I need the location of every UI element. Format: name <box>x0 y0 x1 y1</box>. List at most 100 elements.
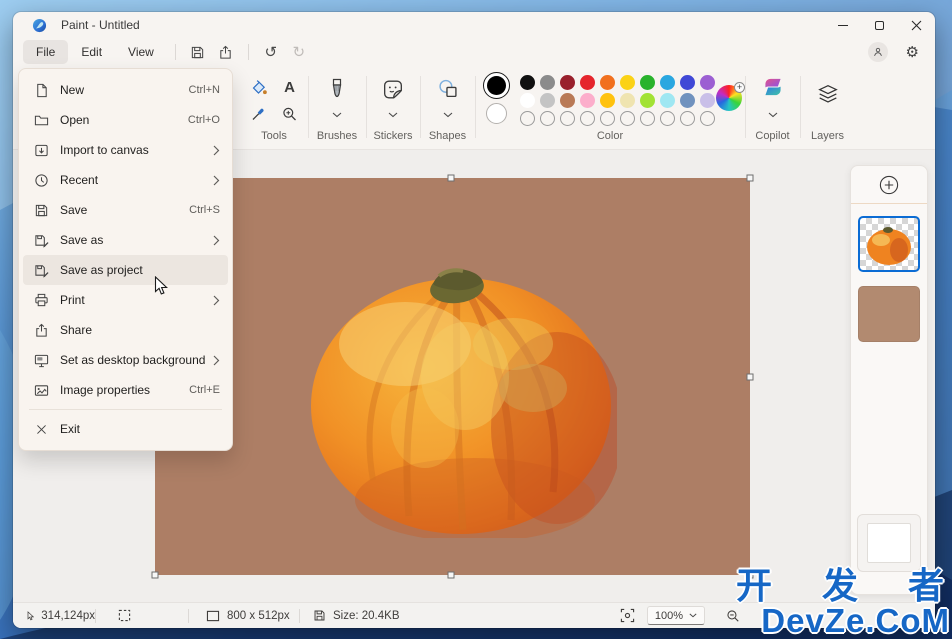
color-swatch-empty[interactable] <box>680 111 695 126</box>
zoom-level-dropdown[interactable]: 100% <box>647 606 705 625</box>
layers-group[interactable]: Layers <box>800 66 855 149</box>
resize-handle-top-right[interactable] <box>747 175 754 182</box>
primary-color-swatch[interactable] <box>483 72 510 99</box>
color-swatch[interactable] <box>560 75 575 90</box>
account-button[interactable] <box>868 42 888 62</box>
file-menu-item-print[interactable]: Print <box>23 285 228 315</box>
file-menu-item-recent[interactable]: Recent <box>23 165 228 195</box>
color-swatch-empty[interactable] <box>600 111 615 126</box>
resize-handle-bottom-left[interactable] <box>152 572 159 579</box>
file-menu-item-save-as[interactable]: Save as <box>23 225 228 255</box>
color-swatch[interactable] <box>540 75 555 90</box>
color-swatch[interactable] <box>620 93 635 108</box>
undo-button[interactable]: ↺ <box>257 41 285 63</box>
color-swatch[interactable] <box>520 75 535 90</box>
color-swatch[interactable] <box>660 75 675 90</box>
minimize-icon <box>838 25 848 26</box>
text-tool-icon: A <box>284 79 295 96</box>
file-size-status: Size: 20.4KB <box>300 609 399 622</box>
chevron-down-icon <box>689 613 697 618</box>
share-button[interactable] <box>212 41 240 63</box>
paint-canvas[interactable] <box>155 178 750 575</box>
color-swatch[interactable] <box>680 93 695 108</box>
shapes-group[interactable]: Shapes <box>420 66 475 149</box>
edit-colors-button[interactable]: + <box>716 85 742 111</box>
color-swatch[interactable] <box>560 93 575 108</box>
eyedropper-icon <box>251 106 267 122</box>
layer-1-thumbnail[interactable] <box>858 216 920 272</box>
file-menu-item-open[interactable]: Open Ctrl+O <box>23 105 228 135</box>
redo-button[interactable]: ↻ <box>285 41 313 63</box>
zoom-out-button[interactable] <box>719 605 747 627</box>
share-icon <box>33 322 49 338</box>
maximize-button[interactable] <box>861 12 898 38</box>
color-swatch-empty[interactable] <box>580 111 595 126</box>
menu-file[interactable]: File <box>23 40 68 64</box>
color-swatch[interactable] <box>680 75 695 90</box>
text-tool-button[interactable]: A <box>277 75 303 99</box>
color-swatch[interactable] <box>700 75 715 90</box>
maximize-icon <box>875 21 884 30</box>
magnifier-tool-button[interactable] <box>277 102 303 126</box>
color-swatch[interactable] <box>600 93 615 108</box>
secondary-color-swatch[interactable] <box>486 103 507 124</box>
minimize-button[interactable] <box>824 12 861 38</box>
color-swatch-empty[interactable] <box>560 111 575 126</box>
chevron-down-icon <box>388 112 398 118</box>
fill-tool-button[interactable] <box>246 75 272 99</box>
layer-2-thumbnail[interactable] <box>858 286 920 342</box>
file-menu-item-import-to-canvas[interactable]: Import to canvas <box>23 135 228 165</box>
color-swatch-empty[interactable] <box>660 111 675 126</box>
color-swatch-empty[interactable] <box>520 111 535 126</box>
color-swatch[interactable] <box>640 75 655 90</box>
file-menu-item-share[interactable]: Share <box>23 315 228 345</box>
color-swatch-empty[interactable] <box>540 111 555 126</box>
copilot-group[interactable]: Copilot <box>745 66 800 149</box>
color-swatch[interactable] <box>640 93 655 108</box>
color-swatch[interactable] <box>660 93 675 108</box>
color-swatch[interactable] <box>520 93 535 108</box>
menu-view[interactable]: View <box>115 40 167 64</box>
save-button[interactable] <box>184 41 212 63</box>
color-swatch[interactable] <box>700 93 715 108</box>
close-button[interactable] <box>898 12 935 38</box>
cursor-position-icon <box>27 609 34 623</box>
resize-handle-right[interactable] <box>747 374 754 381</box>
color-swatch[interactable] <box>620 75 635 90</box>
color-swatch-empty[interactable] <box>620 111 635 126</box>
fit-to-window-button[interactable] <box>613 605 641 627</box>
color-swatch[interactable] <box>600 75 615 90</box>
file-menu-item-set-as-desktop-background[interactable]: Set as desktop background <box>23 345 228 375</box>
separator <box>175 44 176 60</box>
add-layer-button[interactable] <box>878 174 900 196</box>
file-menu-item-new[interactable]: New Ctrl+N <box>23 75 228 105</box>
save-icon <box>190 45 205 60</box>
resize-handle-bottom-right[interactable] <box>747 572 754 579</box>
fill-bucket-icon <box>250 79 267 96</box>
recent-clock-icon <box>33 172 49 188</box>
settings-button[interactable]: ⚙ <box>906 43 919 61</box>
color-swatch[interactable] <box>580 75 595 90</box>
print-icon <box>33 292 49 308</box>
file-menu-item-image-properties[interactable]: Image properties Ctrl+E <box>23 375 228 405</box>
add-color-icon: + <box>734 82 745 93</box>
color-swatch-empty[interactable] <box>640 111 655 126</box>
eyedropper-tool-button[interactable] <box>246 102 272 126</box>
color-group: + Color <box>475 66 745 149</box>
stickers-group[interactable]: Stickers <box>366 66 420 149</box>
color-swatch-empty[interactable] <box>700 111 715 126</box>
close-icon <box>911 20 922 31</box>
file-menu-item-save[interactable]: Save Ctrl+S <box>23 195 228 225</box>
copilot-icon <box>760 74 786 100</box>
file-menu-item-save-as-project[interactable]: Save as project <box>23 255 228 285</box>
file-size-icon <box>313 609 326 622</box>
resize-handle-top[interactable] <box>448 175 455 182</box>
paint-app-icon <box>32 18 47 33</box>
menu-edit[interactable]: Edit <box>68 40 115 64</box>
background-layer-thumbnail[interactable] <box>857 514 921 572</box>
resize-handle-bottom[interactable] <box>448 572 455 579</box>
color-swatch[interactable] <box>540 93 555 108</box>
file-menu-item-exit[interactable]: Exit <box>23 414 228 444</box>
color-swatch[interactable] <box>580 93 595 108</box>
brushes-group[interactable]: Brushes <box>308 66 366 149</box>
